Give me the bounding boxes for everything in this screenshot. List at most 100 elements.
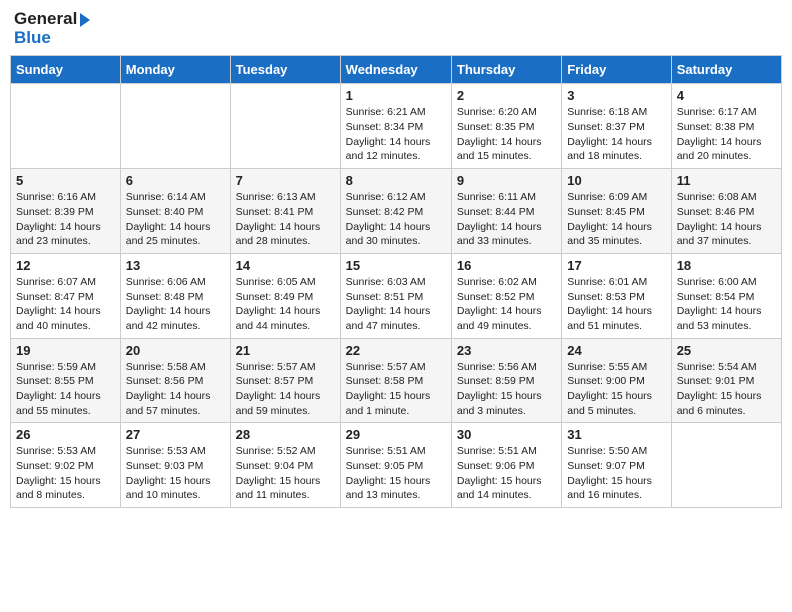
calendar-cell: 12Sunrise: 6:07 AM Sunset: 8:47 PM Dayli… xyxy=(11,253,121,338)
day-number: 11 xyxy=(677,173,776,188)
day-info: Sunrise: 6:00 AM Sunset: 8:54 PM Dayligh… xyxy=(677,275,776,334)
day-number: 29 xyxy=(346,427,446,442)
day-info: Sunrise: 6:20 AM Sunset: 8:35 PM Dayligh… xyxy=(457,105,556,164)
page-header: GeneralBlue xyxy=(10,10,782,47)
calendar-cell: 10 Sunrise: 6:09 AM Sunset: 8:45 PM Dayli… xyxy=(562,169,671,254)
day-info: Sunrise: 6:13 AM Sunset: 8:41 PM Dayligh… xyxy=(236,190,335,249)
day-number: 30 xyxy=(457,427,556,442)
calendar-cell: 23 Sunrise: 5:56 AM Sunset: 8:59 PM Dayli… xyxy=(451,338,561,423)
day-info: Sunrise: 5:53 AM Sunset: 9:02 PM Dayligh… xyxy=(16,444,115,503)
day-number: 20 xyxy=(126,343,225,358)
day-number: 8 xyxy=(346,173,446,188)
day-info: Sunrise: 6:08 AM Sunset: 8:46 PM Dayligh… xyxy=(677,190,776,249)
calendar-cell: 19 Sunrise: 5:59 AM Sunset: 8:55 PM Dayli… xyxy=(11,338,121,423)
day-number: 4 xyxy=(677,88,776,103)
day-number: 17 xyxy=(567,258,665,273)
calendar-cell: 11 Sunrise: 6:08 AM Sunset: 8:46 PM Dayli… xyxy=(671,169,781,254)
day-number: 12 xyxy=(16,258,115,273)
calendar-cell: 4 Sunrise: 6:17 AM Sunset: 8:38 PM Daylig… xyxy=(671,84,781,169)
calendar-cell: 21 Sunrise: 5:57 AM Sunset: 8:57 PM Dayli… xyxy=(230,338,340,423)
weekday-header-friday: Friday xyxy=(562,56,671,84)
day-number: 16 xyxy=(457,258,556,273)
day-info: Sunrise: 5:57 AM Sunset: 8:57 PM Dayligh… xyxy=(236,360,335,419)
day-info: Sunrise: 5:59 AM Sunset: 8:55 PM Dayligh… xyxy=(16,360,115,419)
logo: GeneralBlue xyxy=(14,10,90,47)
day-info: Sunrise: 5:51 AM Sunset: 9:05 PM Dayligh… xyxy=(346,444,446,503)
week-row-2: 5 Sunrise: 6:16 AM Sunset: 8:39 PM Daylig… xyxy=(11,169,782,254)
calendar-cell: 30 Sunrise: 5:51 AM Sunset: 9:06 PM Dayli… xyxy=(451,423,561,508)
day-info: Sunrise: 5:56 AM Sunset: 8:59 PM Dayligh… xyxy=(457,360,556,419)
calendar-cell: 2 Sunrise: 6:20 AM Sunset: 8:35 PM Daylig… xyxy=(451,84,561,169)
day-info: Sunrise: 5:57 AM Sunset: 8:58 PM Dayligh… xyxy=(346,360,446,419)
day-info: Sunrise: 6:06 AM Sunset: 8:48 PM Dayligh… xyxy=(126,275,225,334)
calendar-cell xyxy=(671,423,781,508)
day-number: 5 xyxy=(16,173,115,188)
day-info: Sunrise: 6:02 AM Sunset: 8:52 PM Dayligh… xyxy=(457,275,556,334)
calendar-cell: 18 Sunrise: 6:00 AM Sunset: 8:54 PM Dayli… xyxy=(671,253,781,338)
calendar-cell: 20 Sunrise: 5:58 AM Sunset: 8:56 PM Dayli… xyxy=(120,338,230,423)
week-row-1: 1 Sunrise: 6:21 AM Sunset: 8:34 PM Daylig… xyxy=(11,84,782,169)
day-number: 13 xyxy=(126,258,225,273)
day-number: 6 xyxy=(126,173,225,188)
weekday-header-monday: Monday xyxy=(120,56,230,84)
day-info: Sunrise: 6:21 AM Sunset: 8:34 PM Dayligh… xyxy=(346,105,446,164)
calendar-cell: 15 Sunrise: 6:03 AM Sunset: 8:51 PM Dayli… xyxy=(340,253,451,338)
day-number: 15 xyxy=(346,258,446,273)
day-number: 14 xyxy=(236,258,335,273)
calendar-cell: 16 Sunrise: 6:02 AM Sunset: 8:52 PM Dayli… xyxy=(451,253,561,338)
calendar-cell: 25 Sunrise: 5:54 AM Sunset: 9:01 PM Dayli… xyxy=(671,338,781,423)
day-info: Sunrise: 6:09 AM Sunset: 8:45 PM Dayligh… xyxy=(567,190,665,249)
week-row-3: 12Sunrise: 6:07 AM Sunset: 8:47 PM Dayli… xyxy=(11,253,782,338)
calendar-cell: 6 Sunrise: 6:14 AM Sunset: 8:40 PM Daylig… xyxy=(120,169,230,254)
day-number: 26 xyxy=(16,427,115,442)
day-number: 9 xyxy=(457,173,556,188)
day-info: Sunrise: 6:16 AM Sunset: 8:39 PM Dayligh… xyxy=(16,190,115,249)
calendar-cell: 14 Sunrise: 6:05 AM Sunset: 8:49 PM Dayli… xyxy=(230,253,340,338)
day-number: 23 xyxy=(457,343,556,358)
calendar-table: SundayMondayTuesdayWednesdayThursdayFrid… xyxy=(10,55,782,508)
day-info: Sunrise: 5:58 AM Sunset: 8:56 PM Dayligh… xyxy=(126,360,225,419)
day-info: Sunrise: 6:11 AM Sunset: 8:44 PM Dayligh… xyxy=(457,190,556,249)
day-info: Sunrise: 5:54 AM Sunset: 9:01 PM Dayligh… xyxy=(677,360,776,419)
day-number: 21 xyxy=(236,343,335,358)
day-info: Sunrise: 6:03 AM Sunset: 8:51 PM Dayligh… xyxy=(346,275,446,334)
calendar-cell: 27Sunrise: 5:53 AM Sunset: 9:03 PM Dayli… xyxy=(120,423,230,508)
calendar-cell: 8 Sunrise: 6:12 AM Sunset: 8:42 PM Daylig… xyxy=(340,169,451,254)
calendar-cell: 1 Sunrise: 6:21 AM Sunset: 8:34 PM Daylig… xyxy=(340,84,451,169)
day-info: Sunrise: 6:12 AM Sunset: 8:42 PM Dayligh… xyxy=(346,190,446,249)
day-info: Sunrise: 6:05 AM Sunset: 8:49 PM Dayligh… xyxy=(236,275,335,334)
day-info: Sunrise: 6:01 AM Sunset: 8:53 PM Dayligh… xyxy=(567,275,665,334)
day-number: 10 xyxy=(567,173,665,188)
day-number: 25 xyxy=(677,343,776,358)
day-number: 7 xyxy=(236,173,335,188)
day-info: Sunrise: 6:18 AM Sunset: 8:37 PM Dayligh… xyxy=(567,105,665,164)
calendar-cell: 29 Sunrise: 5:51 AM Sunset: 9:05 PM Dayli… xyxy=(340,423,451,508)
day-number: 22 xyxy=(346,343,446,358)
day-number: 18 xyxy=(677,258,776,273)
day-number: 2 xyxy=(457,88,556,103)
day-number: 19 xyxy=(16,343,115,358)
calendar-cell: 9 Sunrise: 6:11 AM Sunset: 8:44 PM Daylig… xyxy=(451,169,561,254)
calendar-cell: 17 Sunrise: 6:01 AM Sunset: 8:53 PM Dayli… xyxy=(562,253,671,338)
weekday-header-sunday: Sunday xyxy=(11,56,121,84)
calendar-cell: 3Sunrise: 6:18 AM Sunset: 8:37 PM Daylig… xyxy=(562,84,671,169)
day-info: Sunrise: 6:14 AM Sunset: 8:40 PM Dayligh… xyxy=(126,190,225,249)
calendar-cell xyxy=(230,84,340,169)
day-info: Sunrise: 5:53 AM Sunset: 9:03 PM Dayligh… xyxy=(126,444,225,503)
weekday-header-row: SundayMondayTuesdayWednesdayThursdayFrid… xyxy=(11,56,782,84)
calendar-cell: 28Sunrise: 5:52 AM Sunset: 9:04 PM Dayli… xyxy=(230,423,340,508)
week-row-4: 19 Sunrise: 5:59 AM Sunset: 8:55 PM Dayli… xyxy=(11,338,782,423)
calendar-cell: 13 Sunrise: 6:06 AM Sunset: 8:48 PM Dayli… xyxy=(120,253,230,338)
calendar-cell: 31Sunrise: 5:50 AM Sunset: 9:07 PM Dayli… xyxy=(562,423,671,508)
day-info: Sunrise: 5:51 AM Sunset: 9:06 PM Dayligh… xyxy=(457,444,556,503)
logo-general: General xyxy=(14,10,90,29)
day-info: Sunrise: 6:17 AM Sunset: 8:38 PM Dayligh… xyxy=(677,105,776,164)
calendar-cell: 7 Sunrise: 6:13 AM Sunset: 8:41 PM Daylig… xyxy=(230,169,340,254)
weekday-header-tuesday: Tuesday xyxy=(230,56,340,84)
day-info: Sunrise: 5:52 AM Sunset: 9:04 PM Dayligh… xyxy=(236,444,335,503)
day-number: 1 xyxy=(346,88,446,103)
calendar-cell xyxy=(11,84,121,169)
logo-blue: Blue xyxy=(14,29,90,48)
calendar-cell: 5 Sunrise: 6:16 AM Sunset: 8:39 PM Daylig… xyxy=(11,169,121,254)
calendar-cell: 22 Sunrise: 5:57 AM Sunset: 8:58 PM Dayli… xyxy=(340,338,451,423)
